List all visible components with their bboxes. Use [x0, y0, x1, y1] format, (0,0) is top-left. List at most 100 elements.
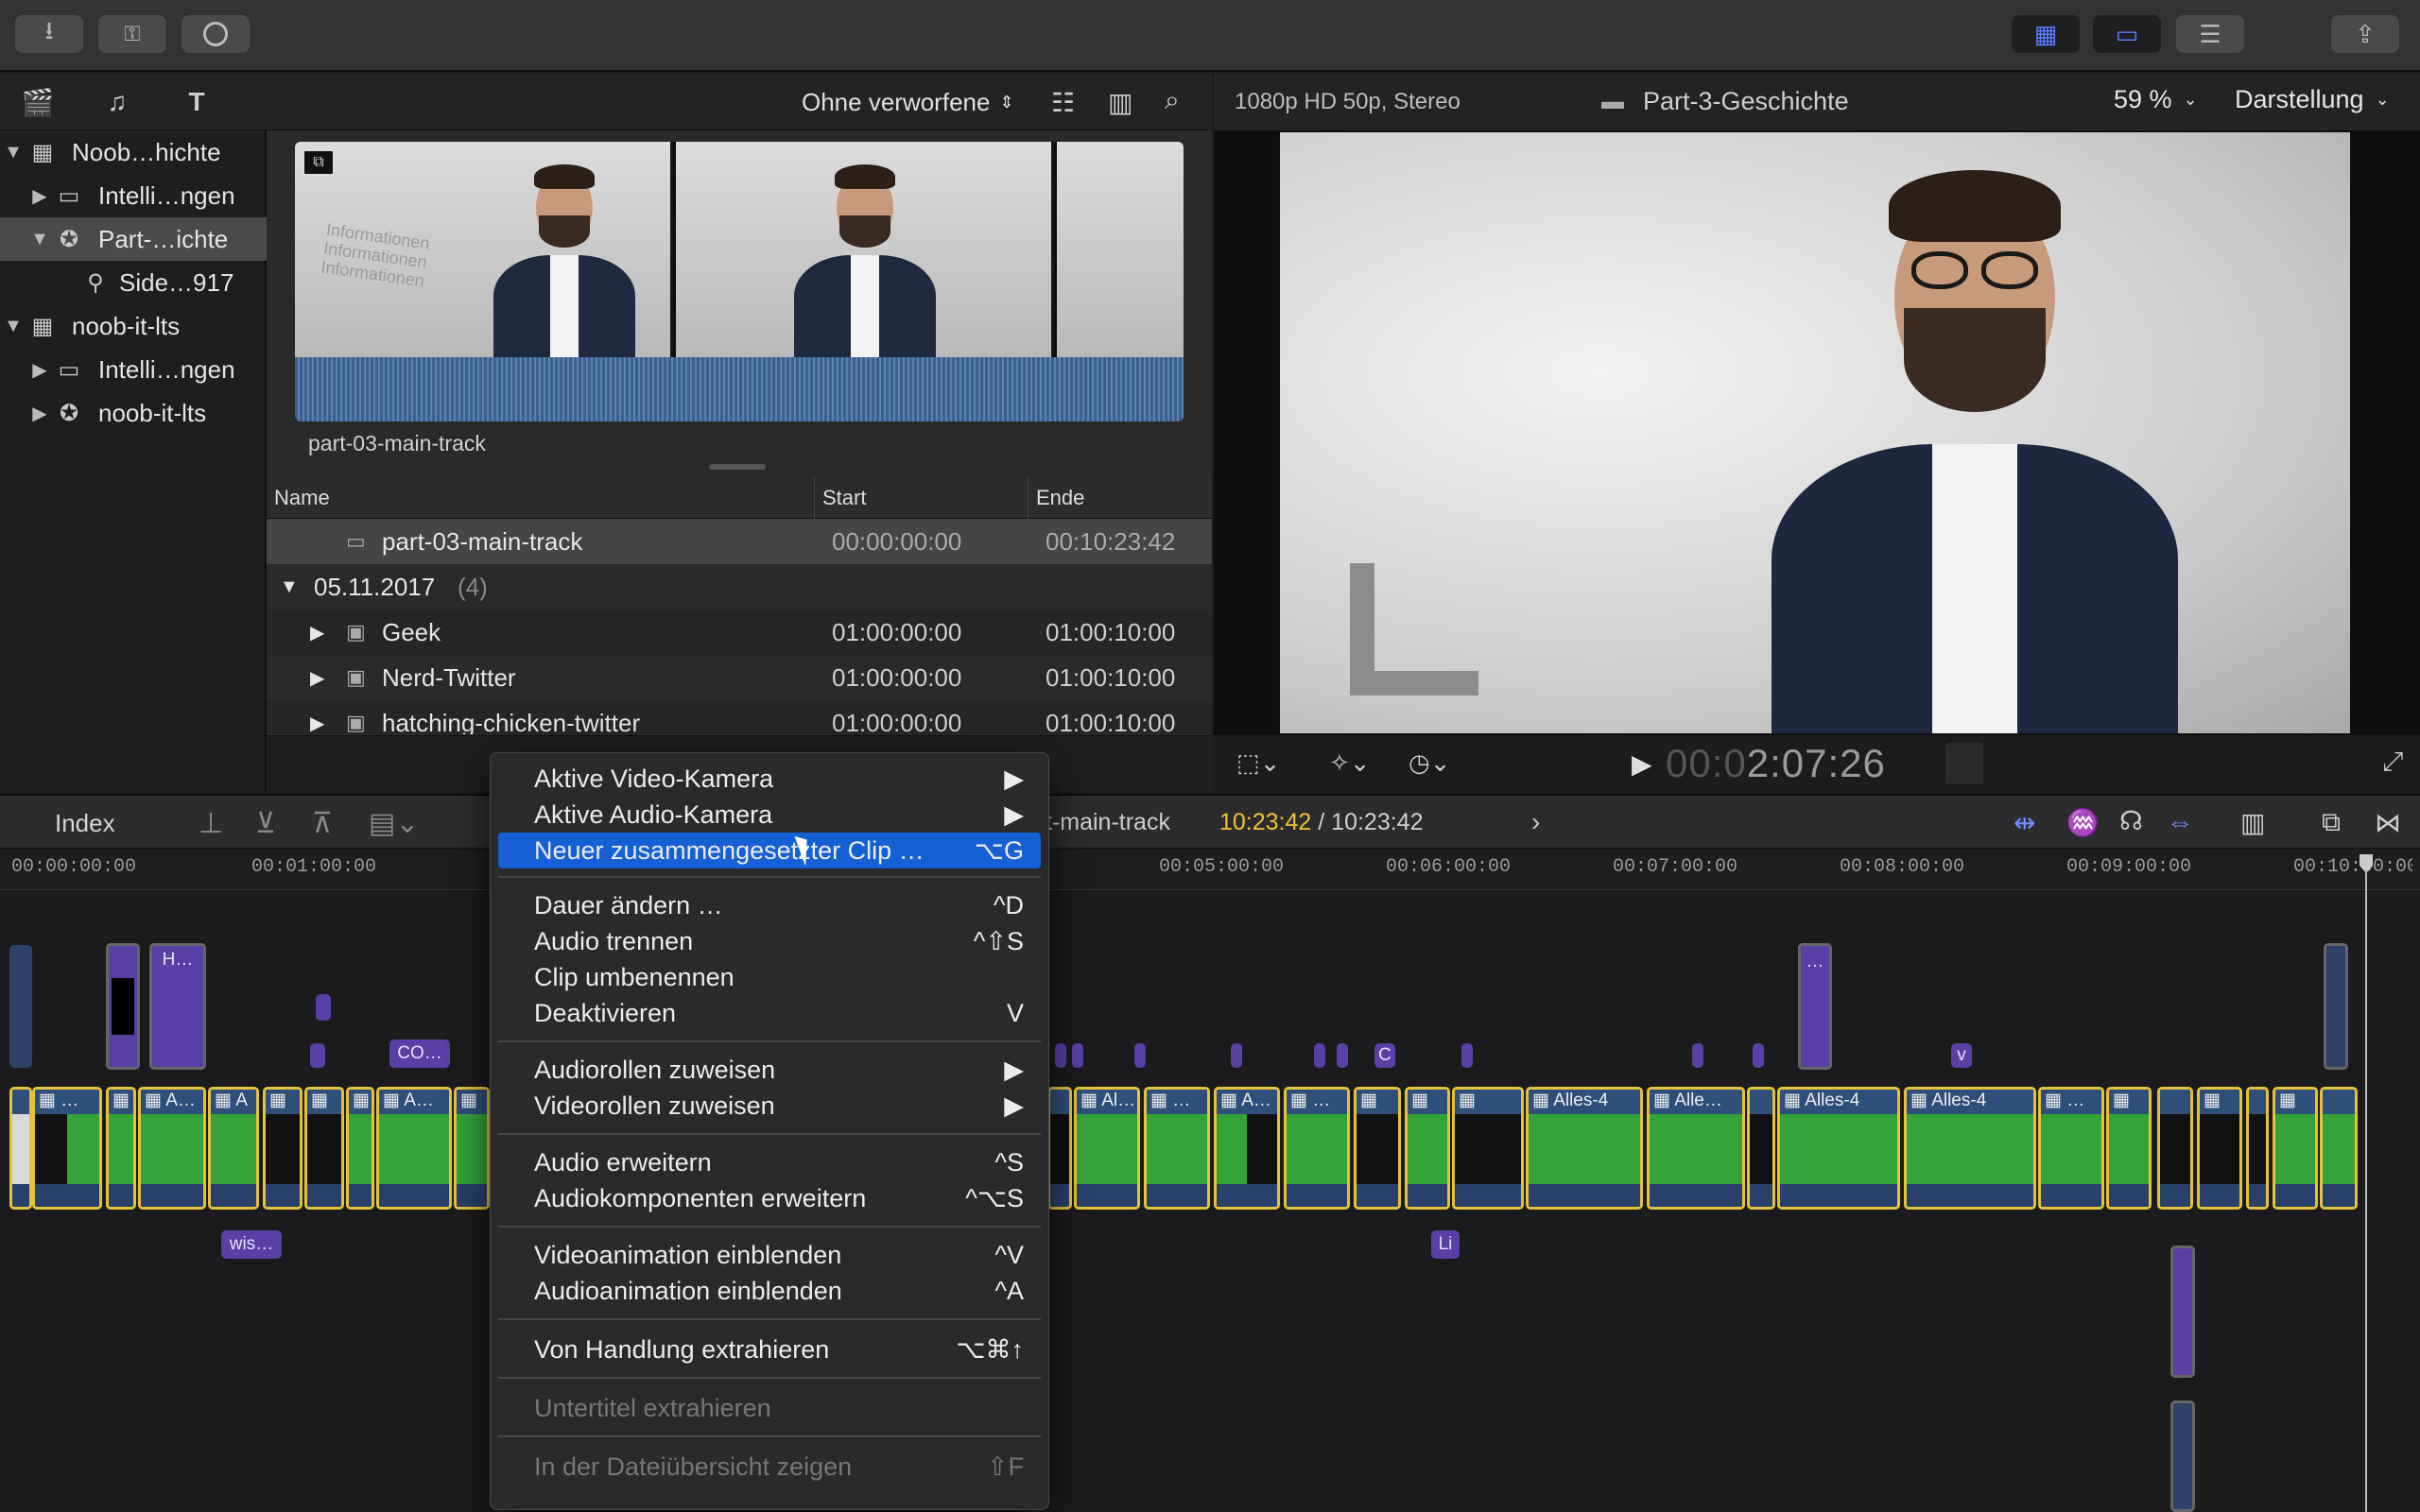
disclosure-closed-icon[interactable]: ▶	[310, 655, 324, 700]
speed-button[interactable]: ◷⌄	[1409, 748, 1450, 778]
column-start-header[interactable]: Start	[815, 477, 1028, 519]
timeline-clip[interactable]: ▦ A…	[376, 1087, 452, 1210]
connected-marker[interactable]: v	[1951, 1043, 1972, 1068]
disclosure-closed-icon[interactable]: ▶	[26, 402, 53, 425]
connected-marker[interactable]	[1753, 1043, 1764, 1068]
timeline-clip[interactable]	[9, 1087, 32, 1210]
connect-clip-button[interactable]: ⊥	[199, 807, 223, 840]
timeline-clip[interactable]	[2246, 1087, 2269, 1210]
connected-marker[interactable]	[1314, 1043, 1325, 1068]
fullscreen-icon[interactable]: ⤢	[2382, 747, 2403, 778]
keyword-button[interactable]: ⚿	[98, 15, 166, 53]
timeline-clip[interactable]: ▦	[1452, 1087, 1524, 1210]
timeline-clip[interactable]: ▦	[1405, 1087, 1450, 1210]
timeline-clip[interactable]: ▦ …	[1284, 1087, 1350, 1210]
resize-handle[interactable]	[709, 464, 766, 470]
connected-marker[interactable]	[1055, 1043, 1066, 1068]
timeline-clip[interactable]: ▦ Alle…	[1647, 1087, 1745, 1210]
timeline-clip[interactable]: ▦ A…	[138, 1087, 206, 1210]
timeline-clip[interactable]: ▦ A…	[1214, 1087, 1280, 1210]
disclosure-open-icon[interactable]: ▼	[280, 564, 299, 610]
timeline-clip[interactable]	[2320, 1087, 2358, 1210]
timeline-clip[interactable]: ▦ Alles-4	[1904, 1087, 2036, 1210]
timeline-clip[interactable]: ▦ …	[2038, 1087, 2104, 1210]
connected-clip[interactable]	[2324, 943, 2348, 1070]
connected-marker[interactable]	[1134, 1043, 1146, 1068]
playhead[interactable]	[2365, 869, 2367, 1512]
connected-title[interactable]: wis…	[221, 1230, 282, 1259]
effects-browser-icon[interactable]: ⧉	[2322, 807, 2341, 838]
enhance-button[interactable]: ✧⌄	[1329, 748, 1371, 778]
timeline-clip[interactable]: ▦	[2106, 1087, 2152, 1210]
overwrite-clip-button[interactable]: ▤⌄	[369, 807, 419, 840]
headphones-icon[interactable]: ☊	[2119, 805, 2143, 836]
menu-item-assign-audio-roles[interactable]: Audiorollen zuweisen ▶	[498, 1052, 1041, 1088]
connected-marker[interactable]	[316, 994, 331, 1021]
connected-title[interactable]: CO…	[389, 1040, 450, 1068]
disclosure-closed-icon[interactable]: ▶	[310, 610, 324, 655]
connected-title[interactable]: Li	[1431, 1230, 1460, 1259]
clip-appearance-icon[interactable]: ▥	[2240, 807, 2265, 838]
titles-tab[interactable]: T	[176, 83, 217, 121]
timeline-ruler[interactable]: 00:00:00:00 00:01:00:00 00:05:00:00 00:0…	[0, 849, 2420, 890]
library-item[interactable]: ▶ ▭ Intelli…ngen	[0, 174, 267, 217]
background-tasks-button[interactable]	[182, 15, 250, 53]
search-button[interactable]: ⌕	[1165, 85, 1180, 116]
list-row[interactable]: ▭ part-03-main-track 00:00:00:00 00:10:2…	[267, 519, 1212, 564]
menu-item-assign-video-roles[interactable]: Videorollen zuweisen ▶	[498, 1088, 1041, 1124]
skimming-icon[interactable]: ⇹	[2014, 807, 2035, 838]
library-item[interactable]: ▼ ▦ noob-it-lts	[0, 304, 267, 348]
connected-clip[interactable]	[9, 945, 32, 1068]
append-clip-button[interactable]: ⊼	[312, 807, 333, 840]
menu-item-disable[interactable]: Deaktivieren V	[498, 995, 1041, 1031]
connected-marker[interactable]	[1337, 1043, 1348, 1068]
library-item-selected[interactable]: ▼ ✪ Part-…ichte	[0, 217, 267, 261]
timecode-display[interactable]: 00:02:07:26	[1666, 741, 1886, 786]
timeline-clip[interactable]: ▦	[2197, 1087, 2242, 1210]
transitions-browser-icon[interactable]: ⋈	[2375, 807, 2401, 838]
connected-clip[interactable]: H…	[149, 943, 206, 1070]
inspector-toggle-button[interactable]: ☰	[2176, 15, 2244, 53]
timeline-clip[interactable]: ▦	[106, 1087, 136, 1210]
timeline-clip[interactable]: ▦ …	[32, 1087, 102, 1210]
timeline-clip[interactable]: ▦	[346, 1087, 374, 1210]
viewer-frame[interactable]	[1280, 132, 2350, 733]
menu-item-change-duration[interactable]: Dauer ändern … ^D	[498, 887, 1041, 923]
library-item[interactable]: ▶ ✪ noob-it-lts	[0, 391, 267, 435]
view-options-select[interactable]: Darstellung ⌄	[2235, 85, 2390, 114]
zoom-select[interactable]: 59 % ⌄	[2114, 85, 2198, 114]
list-row[interactable]: ▶ ▣ Nerd-Twitter 01:00:00:00 01:00:10:00	[267, 655, 1212, 700]
timeline-clip[interactable]: ▦	[263, 1087, 302, 1210]
library-item[interactable]: ⚲ Side…917	[0, 261, 267, 304]
timeline-toggle-button[interactable]: ▭	[2093, 15, 2161, 53]
timeline-clip[interactable]: ▦	[1354, 1087, 1401, 1210]
timeline-clip[interactable]	[1047, 1087, 1072, 1210]
column-end-header[interactable]: Ende	[1028, 477, 1212, 519]
column-name-header[interactable]: Name	[267, 477, 815, 519]
filmstrip[interactable]: Informationen Informationen Informationen …	[295, 142, 1184, 421]
share-button[interactable]: ⇪	[2331, 15, 2399, 53]
forward-icon[interactable]: ›	[1531, 807, 1540, 837]
disclosure-closed-icon[interactable]: ▶	[310, 700, 324, 734]
connected-clip[interactable]	[106, 943, 140, 1070]
menu-item-active-video-camera[interactable]: Aktive Video-Kamera ▶	[498, 761, 1041, 797]
timeline-clip[interactable]: ▦ Al…	[1074, 1087, 1140, 1210]
menu-item-expand-audio-components[interactable]: Audiokomponenten erweitern ^⌥S	[498, 1180, 1041, 1216]
insert-clip-button[interactable]: ⊻	[255, 807, 276, 840]
disclosure-open-icon[interactable]: ▼	[26, 229, 53, 250]
connected-marker[interactable]	[1072, 1043, 1083, 1068]
menu-item-detach-audio[interactable]: Audio trennen ^⇧S	[498, 923, 1041, 959]
disclosure-open-icon[interactable]: ▼	[0, 142, 26, 163]
disclosure-closed-icon[interactable]: ▶	[26, 358, 53, 382]
list-group-row[interactable]: ▼ 05.11.2017 (4)	[267, 564, 1212, 610]
disclosure-closed-icon[interactable]: ▶	[26, 184, 53, 208]
timeline-clip[interactable]	[2157, 1087, 2193, 1210]
connected-marker[interactable]	[1692, 1043, 1703, 1068]
menu-item-rename-clip[interactable]: Clip umbenennen	[498, 959, 1041, 995]
timeline-clip[interactable]: ▦	[2273, 1087, 2318, 1210]
clip-filter-select[interactable]: Ohne verworfene ⇕	[802, 85, 1014, 119]
timeline-clip[interactable]: ▦ …	[1144, 1087, 1210, 1210]
timeline-clip[interactable]: ▦ Alles-4	[1777, 1087, 1900, 1210]
menu-item-new-compound-clip[interactable]: Neuer zusammengesetzter Clip … ⌥G	[498, 833, 1041, 868]
connected-marker[interactable]: C	[1374, 1043, 1395, 1068]
